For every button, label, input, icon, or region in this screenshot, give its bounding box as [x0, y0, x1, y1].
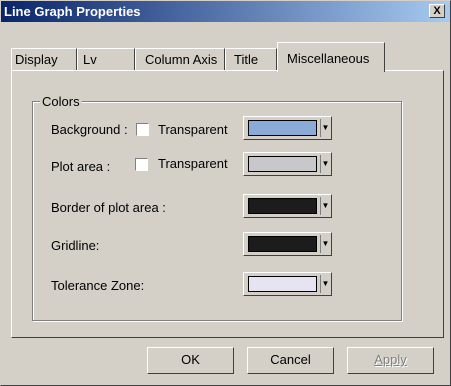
close-button[interactable]: X: [429, 4, 445, 18]
background-color-picker[interactable]: ▼: [243, 116, 332, 140]
tab-column-axis[interactable]: Column Axis: [135, 48, 225, 70]
apply-button-label: Apply: [374, 352, 407, 367]
ok-button[interactable]: OK: [147, 347, 234, 374]
background-color-swatch: [248, 120, 317, 136]
gridline-label: Gridline:: [51, 238, 100, 253]
tab-title-label: Title: [234, 52, 259, 67]
tab-miscellaneous-label: Miscellaneous: [287, 51, 370, 66]
chevron-down-icon: ▼: [320, 197, 330, 215]
tolerance-zone-color-swatch: [248, 276, 317, 292]
plot-area-color-picker[interactable]: ▼: [243, 152, 332, 176]
plot-area-transparent-checkbox[interactable]: [135, 158, 148, 171]
tab-title[interactable]: Title: [225, 48, 277, 70]
cancel-button[interactable]: Cancel: [247, 347, 334, 374]
tab-lv-label: Lv: [83, 52, 97, 67]
border-color-swatch: [248, 198, 317, 214]
border-color-picker[interactable]: ▼: [243, 194, 332, 218]
colors-group-label: Colors: [40, 94, 82, 109]
plot-area-transparent-label: Transparent: [158, 156, 228, 171]
window-title: Line Graph Properties: [4, 4, 141, 19]
tab-miscellaneous[interactable]: Miscellaneous: [277, 42, 385, 72]
background-transparent-label: Transparent: [158, 122, 228, 137]
tolerance-zone-color-picker[interactable]: ▼: [243, 272, 332, 296]
background-label: Background :: [51, 122, 128, 137]
chevron-down-icon: ▼: [320, 235, 330, 253]
chevron-down-icon: ▼: [320, 155, 330, 173]
tab-display-label: Display: [15, 52, 58, 67]
background-transparent-checkbox[interactable]: [136, 123, 149, 136]
border-of-plot-area-label: Border of plot area :: [51, 200, 166, 215]
gridline-color-picker[interactable]: ▼: [243, 232, 332, 256]
plot-area-label: Plot area :: [51, 159, 111, 174]
tab-display[interactable]: Display: [11, 48, 77, 70]
gridline-color-swatch: [248, 236, 317, 252]
chevron-down-icon: ▼: [320, 119, 330, 137]
tab-column-axis-label: Column Axis: [145, 52, 218, 67]
chevron-down-icon: ▼: [320, 275, 330, 293]
apply-button[interactable]: Apply: [347, 347, 434, 374]
plot-area-color-swatch: [248, 156, 317, 172]
title-bar[interactable]: Line Graph Properties X: [1, 1, 450, 22]
tolerance-zone-label: Tolerance Zone:: [51, 278, 145, 293]
tab-lv[interactable]: Lv: [77, 48, 135, 70]
line-graph-properties-dialog: Line Graph Properties X Display Lv Colum…: [0, 0, 451, 386]
